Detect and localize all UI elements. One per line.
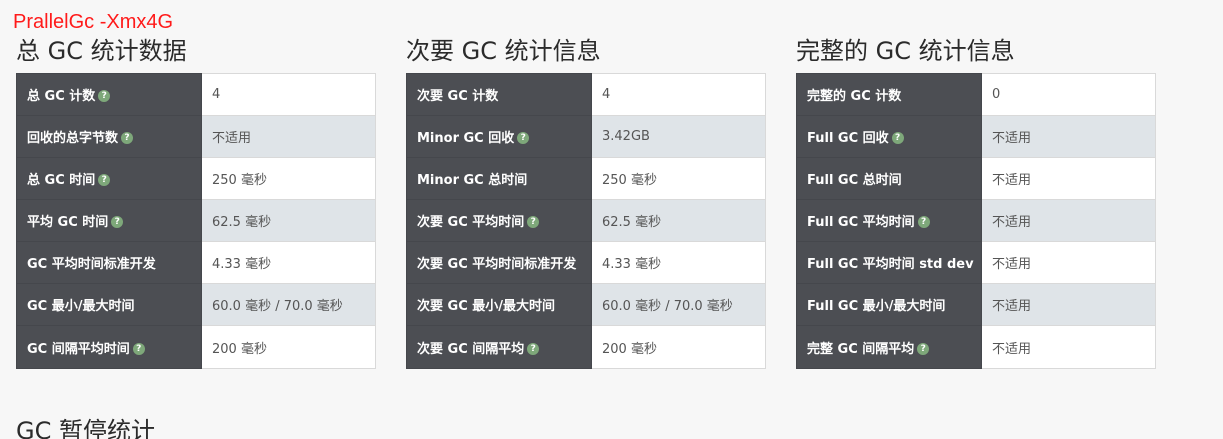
help-icon[interactable] bbox=[111, 216, 124, 228]
row-label: Minor GC 回收 bbox=[406, 115, 592, 158]
table-row: GC 平均时间标准开发 4.33 毫秒 bbox=[16, 241, 376, 284]
row-label: 完整的 GC 计数 bbox=[796, 73, 982, 116]
row-value: 不适用 bbox=[981, 283, 1156, 326]
row-value: 200 毫秒 bbox=[201, 325, 376, 369]
table-row: 次要 GC 平均时间 62.5 毫秒 bbox=[406, 199, 766, 242]
table-row: Minor GC 回收 3.42GB bbox=[406, 115, 766, 158]
row-label: Full GC 回收 bbox=[796, 115, 982, 158]
row-label: 次要 GC 最小/最大时间 bbox=[406, 283, 592, 326]
table-row: 完整的 GC 计数 0 bbox=[796, 73, 1156, 116]
help-icon[interactable] bbox=[527, 342, 540, 355]
row-label: 次要 GC 平均时间标准开发 bbox=[406, 241, 592, 284]
row-label: 总 GC 时间 bbox=[16, 157, 202, 200]
row-label: GC 平均时间标准开发 bbox=[16, 241, 202, 284]
section-full-gc: 完整的 GC 统计信息 完整的 GC 计数 0 Full GC 回收 不适用 F… bbox=[796, 36, 1156, 369]
row-value: 60.0 毫秒 / 70.0 毫秒 bbox=[201, 283, 376, 326]
section-title: 总 GC 统计数据 bbox=[16, 37, 187, 65]
gc-stats-page: PrallelGc -Xmx4G 总 GC 统计数据 总 GC 计数 4 回收的… bbox=[0, 0, 1223, 439]
table-row: 次要 GC 计数 4 bbox=[406, 73, 766, 116]
help-icon[interactable] bbox=[121, 132, 134, 144]
row-label: 次要 GC 计数 bbox=[406, 73, 592, 116]
table-row: 完整 GC 间隔平均 不适用 bbox=[796, 325, 1156, 369]
row-label: Minor GC 总时间 bbox=[406, 157, 592, 200]
row-label: Full GC 平均时间 std dev bbox=[796, 241, 982, 284]
help-icon[interactable] bbox=[527, 216, 540, 228]
table-row: 次要 GC 最小/最大时间 60.0 毫秒 / 70.0 毫秒 bbox=[406, 283, 766, 326]
row-value: 250 毫秒 bbox=[201, 157, 376, 200]
annotation-label: PrallelGc -Xmx4G bbox=[13, 11, 174, 33]
row-value: 62.5 毫秒 bbox=[201, 199, 376, 242]
help-icon[interactable] bbox=[917, 342, 930, 355]
row-value: 4 bbox=[591, 73, 766, 116]
table-row: GC 最小/最大时间 60.0 毫秒 / 70.0 毫秒 bbox=[16, 283, 376, 326]
table-row: Full GC 平均时间 std dev 不适用 bbox=[796, 241, 1156, 284]
row-label: 回收的总字节数 bbox=[16, 115, 202, 158]
row-value: 不适用 bbox=[981, 157, 1156, 200]
row-value: 62.5 毫秒 bbox=[591, 199, 766, 242]
row-value: 不适用 bbox=[201, 115, 376, 158]
row-value: 4.33 毫秒 bbox=[201, 241, 376, 284]
row-label: Full GC 平均时间 bbox=[796, 199, 982, 242]
table-row: 总 GC 时间 250 毫秒 bbox=[16, 157, 376, 200]
row-label: 平均 GC 时间 bbox=[16, 199, 202, 242]
row-value: 60.0 毫秒 / 70.0 毫秒 bbox=[591, 283, 766, 326]
stats-table: 总 GC 计数 4 回收的总字节数 不适用 总 GC 时间 250 毫秒 平均 … bbox=[16, 73, 376, 369]
table-row: 回收的总字节数 不适用 bbox=[16, 115, 376, 158]
row-value: 不适用 bbox=[981, 325, 1156, 369]
row-label: Full GC 最小/最大时间 bbox=[796, 283, 982, 326]
row-label: Full GC 总时间 bbox=[796, 157, 982, 200]
table-row: Minor GC 总时间 250 毫秒 bbox=[406, 157, 766, 200]
row-label: 次要 GC 平均时间 bbox=[406, 199, 592, 242]
help-icon[interactable] bbox=[98, 90, 111, 102]
table-row: Full GC 总时间 不适用 bbox=[796, 157, 1156, 200]
table-row: 总 GC 计数 4 bbox=[16, 73, 376, 116]
stats-table: 次要 GC 计数 4 Minor GC 回收 3.42GB Minor GC 总… bbox=[406, 73, 766, 369]
table-row: 平均 GC 时间 62.5 毫秒 bbox=[16, 199, 376, 242]
table-row: GC 间隔平均时间 200 毫秒 bbox=[16, 325, 376, 369]
row-label: GC 间隔平均时间 bbox=[16, 325, 202, 369]
row-value: 不适用 bbox=[981, 115, 1156, 158]
row-label: 完整 GC 间隔平均 bbox=[796, 325, 982, 369]
help-icon[interactable] bbox=[917, 216, 930, 228]
help-icon[interactable] bbox=[132, 342, 145, 355]
row-value: 4 bbox=[201, 73, 376, 116]
help-icon[interactable] bbox=[517, 132, 530, 144]
row-value: 不适用 bbox=[981, 241, 1156, 284]
row-value: 250 毫秒 bbox=[591, 157, 766, 200]
row-label: 总 GC 计数 bbox=[16, 73, 202, 116]
row-label: 次要 GC 间隔平均 bbox=[406, 325, 592, 369]
row-value: 不适用 bbox=[981, 199, 1156, 242]
row-value: 0 bbox=[981, 73, 1156, 116]
help-icon[interactable] bbox=[98, 174, 111, 186]
table-row: 次要 GC 平均时间标准开发 4.33 毫秒 bbox=[406, 241, 766, 284]
row-value: 4.33 毫秒 bbox=[591, 241, 766, 284]
table-row: 次要 GC 间隔平均 200 毫秒 bbox=[406, 325, 766, 369]
table-row: Full GC 回收 不适用 bbox=[796, 115, 1156, 158]
pause-stats-title: GC 暂停统计 bbox=[16, 417, 155, 439]
section-title: 次要 GC 统计信息 bbox=[406, 37, 601, 65]
help-icon[interactable] bbox=[891, 132, 904, 144]
stats-table: 完整的 GC 计数 0 Full GC 回收 不适用 Full GC 总时间 不… bbox=[796, 73, 1156, 369]
table-row: Full GC 平均时间 不适用 bbox=[796, 199, 1156, 242]
table-row: Full GC 最小/最大时间 不适用 bbox=[796, 283, 1156, 326]
row-value: 200 毫秒 bbox=[591, 325, 766, 369]
row-value: 3.42GB bbox=[591, 115, 766, 158]
section-minor-gc: 次要 GC 统计信息 次要 GC 计数 4 Minor GC 回收 3.42GB… bbox=[406, 36, 766, 369]
section-title: 完整的 GC 统计信息 bbox=[796, 37, 1015, 65]
section-total-gc: 总 GC 统计数据 总 GC 计数 4 回收的总字节数 不适用 总 GC 时间 … bbox=[16, 36, 376, 369]
row-label: GC 最小/最大时间 bbox=[16, 283, 202, 326]
